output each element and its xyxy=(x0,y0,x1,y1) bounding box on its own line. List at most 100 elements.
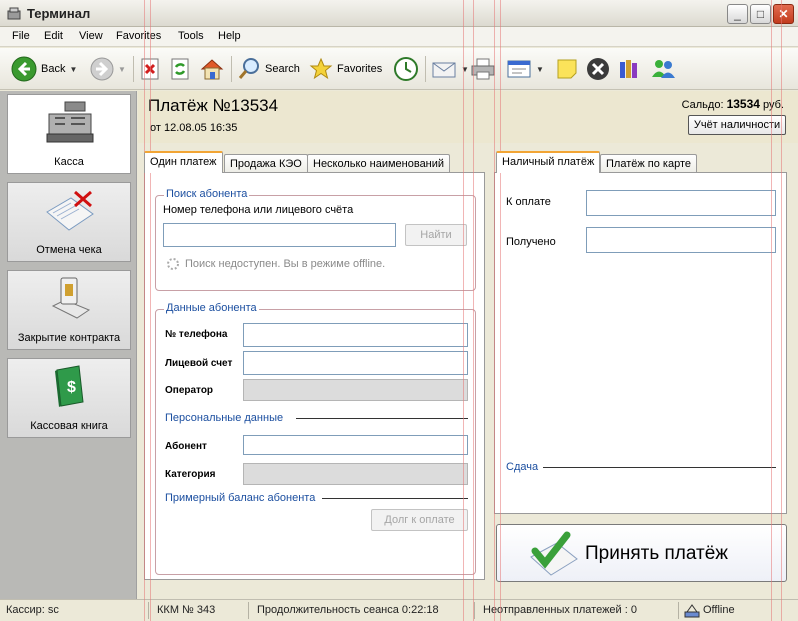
checkmark-icon xyxy=(530,531,578,576)
balance-estimate-title: Примерный баланс абонента xyxy=(165,492,316,504)
maximize-button[interactable]: □ xyxy=(750,4,771,24)
cash-accounting-button[interactable]: Учёт наличности xyxy=(688,115,786,135)
subscriber-label: Абонент xyxy=(165,441,207,452)
search-prompt: Номер телефона или лицевого счёта xyxy=(163,204,354,216)
menu-view[interactable]: View xyxy=(79,30,103,42)
research-button[interactable] xyxy=(617,55,641,83)
mail-button[interactable]: ▼ xyxy=(431,55,469,83)
toolbar-separator xyxy=(231,56,232,82)
session-duration: Продолжительность сеанса 0:22:18 xyxy=(257,604,439,616)
sidebar-item-cash-book[interactable]: $ Кассовая книга xyxy=(7,358,131,438)
section-divider xyxy=(296,418,468,419)
section-divider xyxy=(543,467,776,468)
status-separator xyxy=(474,602,475,619)
loading-icon xyxy=(167,258,179,270)
menu-edit[interactable]: Edit xyxy=(44,30,63,42)
sidebar-item-label: Закрытие контракта xyxy=(17,332,121,344)
single-payment-panel: Поиск абонента Номер телефона или лицево… xyxy=(144,172,485,580)
refresh-button[interactable] xyxy=(169,55,191,83)
operator-field xyxy=(243,379,468,401)
home-button[interactable] xyxy=(199,55,225,83)
cash-register-icon xyxy=(46,101,94,143)
close-session-button[interactable] xyxy=(586,55,610,83)
home-icon xyxy=(200,59,224,80)
app-icon xyxy=(7,7,21,20)
tab-card-payment[interactable]: Платёж по карте xyxy=(600,154,697,174)
menu-file[interactable]: File xyxy=(12,30,30,42)
back-button[interactable]: Back ▼ xyxy=(11,55,77,83)
edit-page-icon xyxy=(507,60,531,78)
search-input[interactable] xyxy=(163,223,396,247)
sidebar-item-cancel-receipt[interactable]: Отмена чека xyxy=(7,182,131,262)
mail-dropdown-icon[interactable]: ▼ xyxy=(461,65,469,74)
favorites-button[interactable]: Favorites xyxy=(309,55,382,83)
find-button[interactable]: Найти xyxy=(405,224,467,246)
history-icon xyxy=(394,57,418,81)
forward-dropdown-icon: ▼ xyxy=(118,64,126,74)
status-separator xyxy=(678,602,679,619)
category-field xyxy=(243,463,468,485)
minimize-button[interactable]: _ xyxy=(727,4,748,24)
forward-button[interactable]: ▼ xyxy=(90,55,126,83)
unsent-payments: Неотправленных платежей : 0 xyxy=(483,604,637,616)
subscriber-group: Данные абонента № телефона Лицевой счет … xyxy=(155,302,476,575)
tab-keo-sale[interactable]: Продажа КЭО xyxy=(224,154,308,174)
accept-payment-button[interactable]: Принять платёж xyxy=(496,524,787,582)
offline-note: Поиск недоступен. Вы в режиме offline. xyxy=(185,258,386,270)
tab-cash-payment[interactable]: Наличный платёж xyxy=(496,151,601,173)
section-divider xyxy=(322,498,468,499)
sidebar-item-kassa[interactable]: Касса xyxy=(7,94,131,174)
operator-label: Оператор xyxy=(165,385,214,396)
debt-button[interactable]: Долг к оплате xyxy=(371,509,468,531)
toolbar-separator xyxy=(133,56,134,82)
menu-tools[interactable]: Tools xyxy=(178,30,204,42)
account-label: Лицевой счет xyxy=(165,358,233,369)
close-button[interactable]: ✕ xyxy=(773,4,794,24)
payment-date: от 12.08.05 16:35 xyxy=(150,122,238,134)
personal-data-title: Персональные данные xyxy=(165,412,284,424)
printer-icon xyxy=(471,58,495,80)
cashier-status: Кассир: sc xyxy=(6,604,59,616)
balance-display: Сальдо: 13534 руб. xyxy=(682,97,784,111)
sidebar: Касса Отмена чека Закрытие контракта $ К… xyxy=(0,91,137,599)
balance-unit: руб. xyxy=(763,99,784,111)
back-dropdown-icon[interactable]: ▼ xyxy=(69,65,77,74)
messenger-icon xyxy=(652,60,675,78)
stop-button[interactable] xyxy=(139,55,161,83)
search-group: Поиск абонента Номер телефона или лицево… xyxy=(155,188,476,291)
messenger-button[interactable] xyxy=(650,55,676,83)
print-button[interactable] xyxy=(470,55,496,83)
sidebar-item-label: Кассовая книга xyxy=(30,420,108,432)
edit-button[interactable]: ▼ xyxy=(506,55,544,83)
cancel-receipt-icon xyxy=(46,190,94,231)
phone-field[interactable] xyxy=(243,323,468,347)
category-label: Категория xyxy=(165,469,216,480)
change-title: Сдача xyxy=(506,461,539,473)
account-field[interactable] xyxy=(243,351,468,375)
history-button[interactable] xyxy=(393,55,419,83)
title-bar: Терминал _ □ ✕ xyxy=(0,0,798,27)
notes-button[interactable] xyxy=(555,55,579,83)
phone-label: № телефона xyxy=(165,329,228,340)
books-icon xyxy=(620,60,637,78)
edit-dropdown-icon[interactable]: ▼ xyxy=(536,65,544,74)
tab-multiple-items[interactable]: Несколько наименований xyxy=(307,154,451,174)
status-separator xyxy=(248,602,249,619)
close-circle-icon xyxy=(587,58,609,80)
to-pay-field[interactable] xyxy=(586,190,776,216)
toolbar-separator xyxy=(425,56,426,82)
toolbar: Back ▼ ▼ Search Favorites ▼ ▼ xyxy=(0,48,798,90)
balance-label: Сальдо: xyxy=(681,99,724,111)
cash-book-icon: $ xyxy=(55,365,84,407)
received-field[interactable] xyxy=(586,227,776,253)
sidebar-item-close-contract[interactable]: Закрытие контракта xyxy=(7,270,131,350)
mail-icon xyxy=(432,62,456,78)
subscriber-field[interactable] xyxy=(243,435,468,455)
tab-single-payment[interactable]: Один платеж xyxy=(144,151,223,173)
payment-header: Платёж №13534 от 12.08.05 16:35 Сальдо: … xyxy=(138,91,798,143)
menu-favorites[interactable]: Favorites xyxy=(116,30,161,42)
search-button[interactable]: Search xyxy=(237,55,300,83)
menu-help[interactable]: Help xyxy=(218,30,241,42)
refresh-icon xyxy=(171,58,189,80)
cash-payment-panel: К оплате Получено Сдача xyxy=(494,172,787,514)
